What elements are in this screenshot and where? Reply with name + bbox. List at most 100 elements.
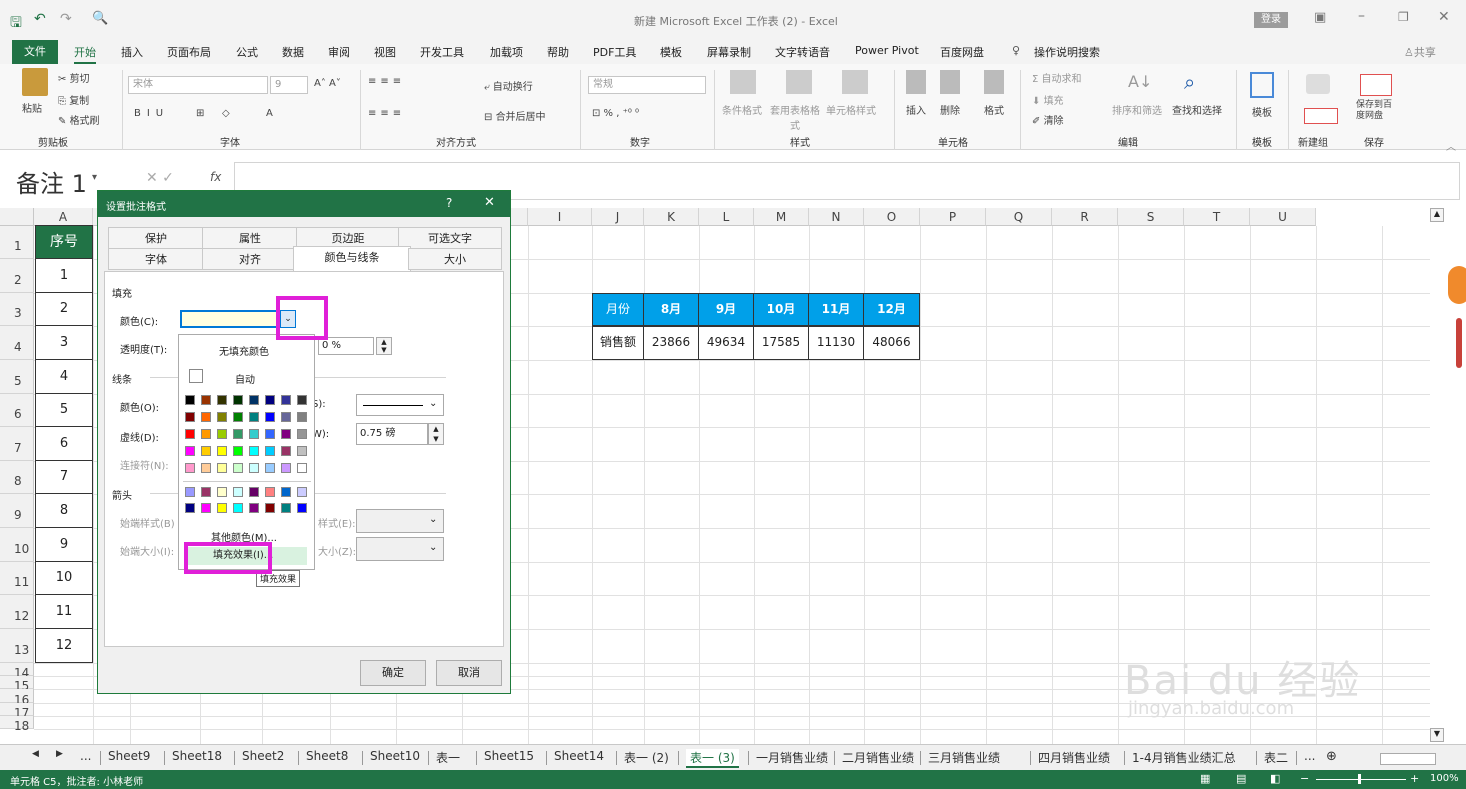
- color-swatch[interactable]: [217, 463, 227, 473]
- no-fill-option[interactable]: 无填充颜色: [219, 343, 269, 358]
- index-cell[interactable]: 12: [35, 628, 93, 663]
- column-header[interactable]: Q: [986, 208, 1052, 226]
- sort-filter-icon[interactable]: A↓: [1128, 72, 1152, 91]
- sales-value[interactable]: 49634: [698, 326, 754, 360]
- color-swatch[interactable]: [185, 446, 195, 456]
- tab-data[interactable]: 数据: [282, 44, 304, 60]
- color-swatch[interactable]: [217, 503, 227, 513]
- color-swatch[interactable]: [201, 487, 211, 497]
- find-select-button[interactable]: 查找和选择: [1172, 102, 1222, 117]
- tab-properties[interactable]: 属性: [202, 227, 298, 249]
- header-cell-index[interactable]: 序号: [35, 225, 93, 259]
- save-icon[interactable]: 🖫: [10, 12, 22, 36]
- tab-alignment[interactable]: 对齐: [202, 248, 298, 270]
- color-swatch[interactable]: [297, 446, 307, 456]
- sheet-tab[interactable]: Sheet2: [242, 749, 284, 763]
- color-swatch[interactable]: [297, 487, 307, 497]
- page-layout-icon[interactable]: ▤: [1236, 772, 1246, 785]
- month-header[interactable]: 8月: [643, 293, 699, 326]
- row-header[interactable]: 8: [0, 461, 34, 494]
- conditional-format-button[interactable]: 条件格式: [722, 102, 762, 117]
- color-swatch[interactable]: [217, 446, 227, 456]
- bold-italic-underline-icon[interactable]: BIU: [134, 108, 169, 119]
- row-header[interactable]: 4: [0, 326, 34, 360]
- tab-help[interactable]: 帮助: [547, 44, 569, 60]
- horizontal-scrollbar[interactable]: [1380, 753, 1436, 765]
- color-swatch[interactable]: [297, 412, 307, 422]
- color-swatch[interactable]: [281, 446, 291, 456]
- sales-value[interactable]: 17585: [753, 326, 809, 360]
- font-color-icon[interactable]: A: [266, 108, 273, 119]
- automatic-option[interactable]: 自动: [235, 371, 255, 386]
- color-swatch[interactable]: [297, 503, 307, 513]
- tab-developer[interactable]: 开发工具: [420, 44, 464, 60]
- normal-view-icon[interactable]: ▦: [1200, 772, 1210, 785]
- zoom-level[interactable]: 100%: [1430, 773, 1459, 784]
- merge-center-button[interactable]: ⊟ 合并后居中: [484, 108, 546, 123]
- grow-font-icon[interactable]: A˄ A˅: [314, 78, 341, 89]
- cut-icon[interactable]: ✂ 剪切: [58, 70, 90, 85]
- color-swatch[interactable]: [249, 446, 259, 456]
- row-header[interactable]: 16: [0, 689, 34, 707]
- sheet-tab[interactable]: 表二: [1264, 749, 1288, 766]
- sheet-tab-active[interactable]: 表一 (3): [686, 749, 739, 768]
- index-cell[interactable]: 8: [35, 493, 93, 528]
- column-header[interactable]: N: [809, 208, 864, 226]
- color-swatch[interactable]: [185, 487, 195, 497]
- color-swatch[interactable]: [233, 412, 243, 422]
- font-name-box[interactable]: 宋体: [128, 76, 268, 94]
- color-swatch[interactable]: [217, 412, 227, 422]
- zoom-thumb[interactable]: [1358, 774, 1361, 784]
- column-header[interactable]: S: [1118, 208, 1184, 226]
- column-header[interactable]: U: [1250, 208, 1316, 226]
- tab-screen-record[interactable]: 屏幕录制: [707, 44, 751, 60]
- sheet-tab[interactable]: Sheet15: [484, 749, 534, 763]
- share-button[interactable]: ♙共享: [1404, 44, 1436, 60]
- sort-filter-button[interactable]: 排序和筛选: [1112, 102, 1162, 117]
- insert-cells-button[interactable]: 插入: [906, 102, 926, 117]
- sheet-tab[interactable]: 表一 (2): [624, 749, 669, 766]
- tab-home[interactable]: 开始: [74, 44, 96, 64]
- cancel-button[interactable]: 取消: [436, 660, 502, 686]
- sheet-tab[interactable]: 1-4月销售业绩汇总: [1132, 749, 1236, 766]
- save-to-baidu-button[interactable]: 保存到百度网盘: [1356, 100, 1400, 122]
- paste-icon[interactable]: [22, 68, 48, 96]
- column-header[interactable]: T: [1184, 208, 1250, 226]
- paste-button[interactable]: 粘贴: [22, 100, 42, 115]
- tab-template[interactable]: 模板: [660, 44, 682, 60]
- tab-pdf[interactable]: PDF工具: [593, 44, 636, 60]
- color-swatch[interactable]: [185, 395, 195, 405]
- format-cells-button[interactable]: 格式: [984, 102, 1004, 117]
- end-size-select[interactable]: ⌄: [356, 537, 444, 561]
- font-size-box[interactable]: 9: [270, 76, 308, 94]
- column-header[interactable]: J: [592, 208, 644, 226]
- insert-cells-icon[interactable]: [906, 70, 926, 94]
- row-header[interactable]: 3: [0, 293, 34, 326]
- tab-insert[interactable]: 插入: [121, 44, 143, 60]
- tab-colors-lines[interactable]: 颜色与线条: [293, 246, 411, 272]
- sales-value[interactable]: 48066: [863, 326, 920, 360]
- column-header[interactable]: P: [920, 208, 986, 226]
- cell-style-button[interactable]: 单元格样式: [826, 102, 876, 117]
- index-cell[interactable]: 11: [35, 594, 93, 629]
- color-swatch[interactable]: [201, 395, 211, 405]
- next-sheet-icon[interactable]: ▶: [56, 749, 63, 759]
- weight-spinner[interactable]: ▲ ▼: [428, 423, 444, 445]
- row-header[interactable]: 11: [0, 562, 34, 595]
- color-swatch[interactable]: [281, 395, 291, 405]
- scroll-up-icon[interactable]: ▲: [1430, 208, 1444, 222]
- color-swatch[interactable]: [217, 487, 227, 497]
- autosum-button[interactable]: Σ 自动求和: [1032, 70, 1082, 85]
- tab-file[interactable]: 文件: [12, 40, 58, 64]
- close-icon[interactable]: ✕: [1438, 9, 1450, 25]
- undo-icon[interactable]: ↶: [34, 11, 46, 27]
- sheet-tab[interactable]: ...: [1304, 749, 1315, 763]
- color-swatch[interactable]: [265, 412, 275, 422]
- color-swatch[interactable]: [201, 463, 211, 473]
- index-cell[interactable]: 5: [35, 393, 93, 427]
- color-swatch[interactable]: [233, 463, 243, 473]
- color-swatch[interactable]: [265, 395, 275, 405]
- tab-addins[interactable]: 加载项: [490, 44, 523, 60]
- color-swatch[interactable]: [249, 503, 259, 513]
- copy-icon[interactable]: ⎘ 复制: [58, 92, 89, 107]
